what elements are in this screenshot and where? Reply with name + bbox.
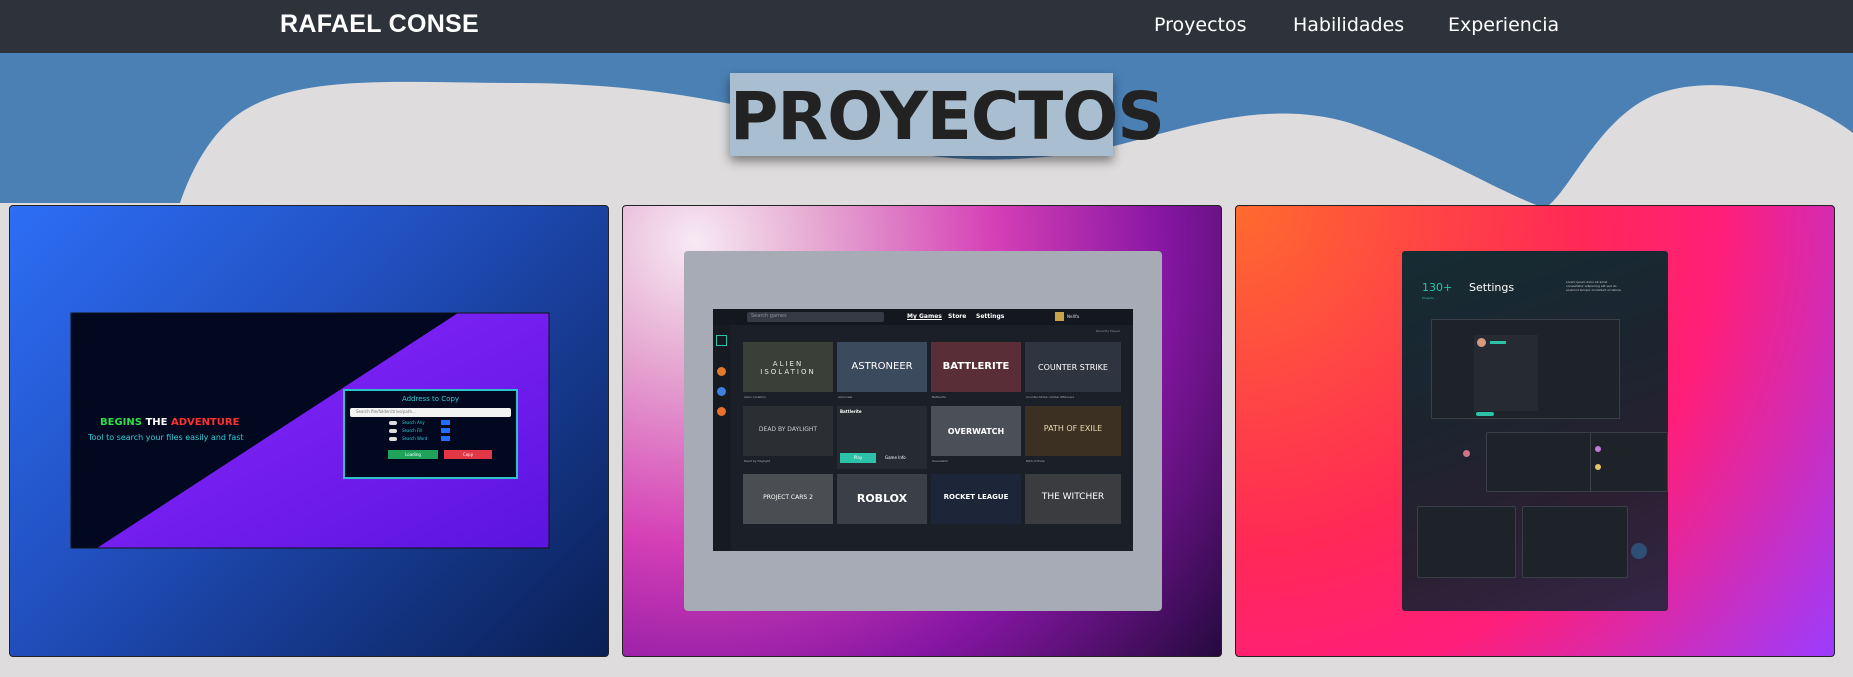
dashboard-member-avatar	[1595, 464, 1601, 470]
launcher-user-name: NeXfa	[1067, 314, 1080, 319]
game-tile-title: PROJECT CARS 2	[763, 494, 813, 501]
tagline-adventure: ADVENTURE	[170, 417, 240, 428]
game-tile-caption: Dead by Daylight	[744, 459, 771, 463]
dashboard-heading: Settings	[1469, 281, 1515, 294]
project-card-file-search[interactable]: BEGINS THE ADVENTURE Tool to search your…	[9, 205, 609, 657]
game-tile-title: COUNTER STRIKE	[1038, 363, 1108, 372]
launcher-sidebar-uplay-icon	[717, 387, 726, 396]
game-tile-caption: Alien: Isolation	[744, 395, 767, 399]
top-navbar	[0, 0, 1853, 53]
project-screenshot-file-search	[70, 312, 550, 549]
panel-loading-button: Loading	[405, 452, 421, 457]
panel-search-placeholder: Search file/folder/drive/path...	[356, 409, 416, 414]
launcher-search-placeholder: Search games	[751, 313, 787, 319]
panel-option-word: Search Word	[402, 436, 428, 441]
nav-link-experiencia[interactable]: Experiencia	[1448, 14, 1559, 36]
dashboard-description: Lorem ipsum dolor sit amet consectetur a…	[1566, 280, 1621, 292]
launcher-sidebar-all-icon	[716, 335, 727, 346]
game-tile-title: OVERWATCH	[947, 427, 1005, 436]
game-tile-caption: Battlerite	[932, 395, 947, 399]
dashboard-member-avatar	[1595, 446, 1601, 452]
dashboard-decor-dot	[1463, 450, 1470, 457]
dashboard-avatar	[1477, 338, 1486, 347]
launcher-sidebar	[713, 325, 731, 551]
game-tile-title: THE WITCHER	[1041, 492, 1105, 502]
tagline-the: THE	[145, 417, 168, 428]
project-card-game-launcher[interactable]: Search games My Games Store Settings NeX…	[622, 205, 1222, 657]
nav-link-proyectos[interactable]: Proyectos	[1154, 14, 1247, 36]
game-tile-title: DEAD BY DAYLIGHT	[758, 426, 818, 433]
launcher-user-avatar	[1055, 312, 1064, 321]
panel-copy-button: Copy	[462, 452, 474, 457]
project-card-settings-dashboard[interactable]: 130+ Projects Settings Lorem ipsum dolor…	[1235, 205, 1835, 657]
game-tile-title: BATTLERITE	[942, 361, 1010, 372]
game-tile-caption: Path of Exile	[1026, 459, 1045, 463]
game-tile-caption: Counter-Strike: Global Offensive	[1026, 395, 1075, 399]
game-more-label: Game Info	[885, 455, 906, 460]
dashboard-payment-card	[1486, 432, 1594, 492]
dashboard-notes-card	[1522, 506, 1628, 578]
brand-name[interactable]: RAFAEL CONSE	[280, 10, 479, 39]
tagline-begins: BEGINS	[100, 417, 142, 428]
panel-option-fill: Search Fill	[402, 428, 423, 433]
launcher-sidebar-origin-icon	[717, 367, 726, 376]
game-tile-title: ROBLOX	[856, 492, 908, 505]
game-tile-title: ASTRONEER	[851, 361, 913, 372]
game-tile-caption: Overwatch	[932, 459, 949, 463]
dashboard-badge	[1490, 341, 1506, 344]
game-play-label: Play	[853, 455, 863, 460]
launcher-sort-label: Recently Played	[1096, 329, 1120, 333]
page-title: PROYECTOS	[730, 78, 1165, 155]
game-tile-caption: Astroneer	[838, 395, 853, 399]
panel-option-any: Search Any	[402, 420, 425, 425]
project-subtitle: Tool to search your files easily and fas…	[88, 433, 244, 442]
dashboard-stat: 130+	[1422, 281, 1453, 294]
dashboard-transactions-card	[1417, 506, 1516, 578]
launcher-tab-my-games: My Games	[907, 313, 942, 320]
launcher-sidebar-blizzard-icon	[717, 407, 726, 416]
launcher-tab-settings: Settings	[976, 313, 1005, 320]
panel-title: Address to Copy	[401, 395, 460, 403]
game-tile-title: ALIEN ISOLATION	[760, 360, 816, 376]
dashboard-decor-dot	[1631, 543, 1647, 559]
nav-link-habilidades[interactable]: Habilidades	[1293, 14, 1404, 36]
game-tile-title: ROCKET LEAGUE	[943, 493, 1009, 501]
game-tile-title: Battlerite	[840, 409, 862, 414]
dashboard-save-button	[1476, 412, 1494, 416]
launcher-tab-store: Store	[948, 313, 967, 320]
game-tile-title: PATH OF EXILE	[1043, 424, 1103, 433]
dashboard-stat-caption: Projects	[1422, 296, 1434, 300]
dashboard-members-card	[1590, 432, 1668, 492]
